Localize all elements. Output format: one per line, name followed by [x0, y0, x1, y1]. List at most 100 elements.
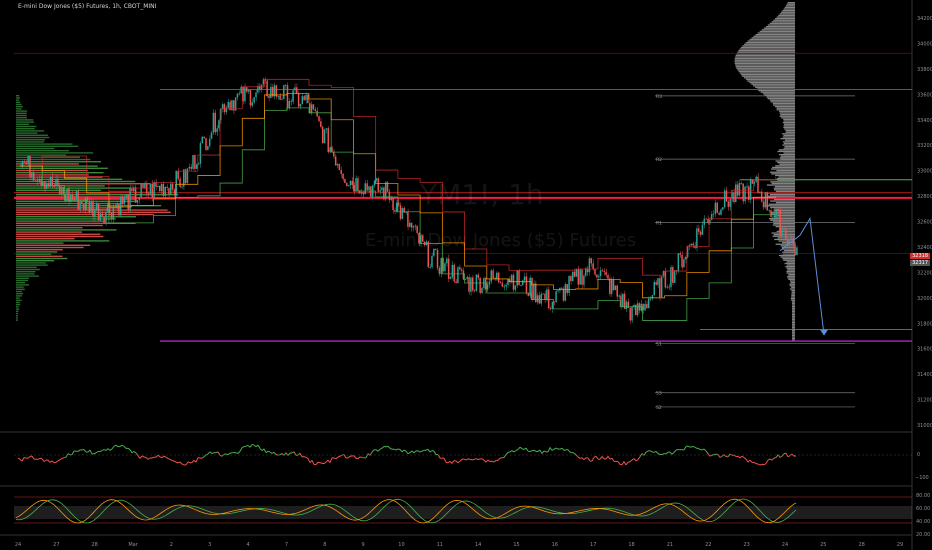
- price-axis-label: 33400: [917, 118, 932, 124]
- candle: [173, 189, 176, 195]
- osc1-segment: [101, 449, 105, 451]
- osc1-segment: [791, 453, 795, 457]
- volume-profile-bar: [741, 74, 795, 76]
- osc1-segment: [665, 451, 669, 455]
- osc1-segment: [379, 447, 383, 450]
- candle: [455, 281, 457, 284]
- volume-profile-bar: [735, 66, 795, 68]
- candle: [625, 301, 628, 309]
- osc1-segment: [671, 452, 675, 455]
- osc1-segment: [403, 449, 407, 452]
- volume-profile-bar: [16, 288, 25, 290]
- volume-profile-bar: [772, 166, 795, 169]
- price-axis-label: 31800: [917, 321, 932, 327]
- candle: [772, 216, 774, 218]
- osc1-segment: [763, 463, 767, 466]
- volume-profile-bar: [16, 312, 19, 315]
- candle: [101, 213, 103, 217]
- volume-profile-bar: [768, 218, 795, 220]
- candle: [336, 163, 339, 166]
- chart-canvas[interactable]: R3R2R1S1S2S3 342003400033800336003340033…: [0, 0, 932, 550]
- osc1-segment: [171, 459, 175, 462]
- candle: [588, 258, 591, 273]
- osc1-segment: [161, 455, 165, 459]
- volume-profile-bar: [760, 91, 795, 93]
- osc1-segment: [389, 447, 393, 450]
- candle: [188, 166, 191, 169]
- time-axis-label: 2: [170, 542, 173, 548]
- volume-profile-bar: [16, 152, 94, 154]
- volume-profile-bar: [784, 6, 795, 9]
- candle: [616, 285, 618, 297]
- osc1-segment: [559, 447, 563, 450]
- candle: [236, 93, 239, 98]
- volume-profile-bar: [773, 187, 795, 189]
- osc1-segment: [405, 450, 409, 455]
- volume-profile-bar: [736, 67, 795, 69]
- candle: [105, 211, 107, 223]
- candle: [314, 109, 317, 111]
- candle: [388, 191, 391, 201]
- volume-profile-bar: [16, 244, 91, 246]
- osc1-segment: [103, 449, 107, 451]
- candle: [216, 128, 218, 133]
- volume-profile-bar: [786, 261, 795, 263]
- candle: [720, 209, 722, 215]
- candle: [796, 247, 798, 256]
- candle: [327, 128, 329, 153]
- volume-profile-bar: [16, 121, 35, 123]
- candle: [610, 279, 613, 294]
- osc1-segment: [549, 447, 553, 451]
- candle: [497, 272, 500, 282]
- osc1-segment: [533, 449, 537, 452]
- candle: [599, 270, 602, 277]
- osc1-segment: [409, 450, 413, 454]
- volume-profile-bar: [792, 338, 795, 340]
- osc1-segment: [337, 455, 341, 458]
- price-axis-label: 32200: [917, 270, 932, 276]
- volume-profile-bar: [16, 141, 45, 143]
- candle: [84, 197, 87, 210]
- candle: [312, 104, 315, 110]
- osc1-segment: [239, 447, 243, 452]
- candle: [262, 79, 265, 85]
- osc1-segment: [237, 450, 241, 454]
- osc1-segment: [181, 463, 185, 466]
- volume-profile-bar: [784, 128, 795, 130]
- osc1-segment: [493, 460, 497, 463]
- osc1-segment: [459, 458, 463, 462]
- osc1-segment: [227, 452, 231, 456]
- candle: [670, 267, 672, 288]
- candle: [294, 87, 296, 91]
- osc1-segment: [407, 452, 411, 455]
- candle: [729, 199, 731, 207]
- osc1-segment: [469, 458, 473, 461]
- osc1-segment: [611, 457, 615, 462]
- candle: [568, 276, 570, 294]
- candle: [570, 276, 572, 282]
- candle: [357, 178, 359, 191]
- volume-profile-bar: [16, 266, 37, 268]
- osc1-segment: [539, 449, 543, 454]
- osc1-segment: [637, 456, 641, 460]
- volume-profile-bar: [775, 226, 795, 228]
- osc1-segment: [555, 447, 559, 450]
- osc1-segment: [577, 456, 581, 459]
- osc1-segment: [159, 456, 163, 459]
- candle: [438, 267, 441, 274]
- candle: [284, 85, 287, 87]
- candle: [299, 103, 302, 107]
- candle: [523, 276, 526, 281]
- candle: [379, 190, 381, 192]
- volume-profile-bar: [775, 174, 795, 177]
- volume-profile-bar: [16, 172, 104, 174]
- time-axis-label: 28: [92, 542, 98, 548]
- volume-profile-bar: [16, 273, 35, 275]
- osc1-segment: [633, 458, 637, 462]
- pivot-label: R2: [656, 157, 662, 163]
- candle: [247, 90, 250, 92]
- candle: [414, 225, 417, 227]
- osc1-segment: [583, 457, 587, 460]
- osc2-axis-label: 60.00: [916, 506, 930, 512]
- osc1-segment: [775, 454, 779, 458]
